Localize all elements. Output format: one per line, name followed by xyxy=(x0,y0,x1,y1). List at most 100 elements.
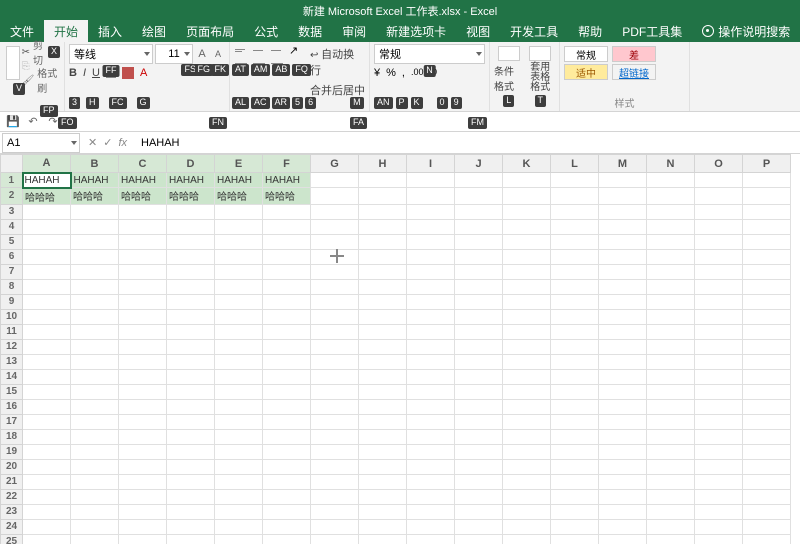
cell[interactable] xyxy=(551,294,599,309)
cell[interactable] xyxy=(311,339,359,354)
cell[interactable] xyxy=(503,339,551,354)
tab-data[interactable]: 数据 xyxy=(288,20,332,43)
cell[interactable] xyxy=(263,504,311,519)
cell[interactable] xyxy=(119,204,167,219)
cell[interactable] xyxy=(119,324,167,339)
cell[interactable] xyxy=(455,188,503,205)
cell[interactable] xyxy=(215,294,263,309)
cell[interactable] xyxy=(215,489,263,504)
cell[interactable] xyxy=(263,384,311,399)
cell[interactable] xyxy=(647,188,695,205)
cell[interactable] xyxy=(167,354,215,369)
cell[interactable] xyxy=(359,234,407,249)
cell[interactable] xyxy=(455,384,503,399)
cell[interactable]: HAHAH xyxy=(215,173,263,188)
cell[interactable] xyxy=(263,369,311,384)
cell[interactable] xyxy=(743,309,791,324)
cell[interactable] xyxy=(695,324,743,339)
cell[interactable] xyxy=(743,399,791,414)
cell[interactable] xyxy=(503,219,551,234)
select-all-corner[interactable] xyxy=(1,155,23,173)
font-name-select[interactable]: 等线 FF xyxy=(69,44,153,64)
tab-view[interactable]: 视图 xyxy=(456,20,500,43)
cell[interactable] xyxy=(455,534,503,544)
cell[interactable] xyxy=(263,294,311,309)
cell[interactable] xyxy=(23,429,71,444)
comma-button[interactable]: , xyxy=(402,67,405,79)
cell[interactable] xyxy=(167,399,215,414)
cell[interactable] xyxy=(743,294,791,309)
cell[interactable] xyxy=(743,429,791,444)
cell[interactable] xyxy=(215,279,263,294)
cell[interactable] xyxy=(119,309,167,324)
cell[interactable] xyxy=(551,534,599,544)
cell[interactable] xyxy=(503,279,551,294)
cell[interactable] xyxy=(119,339,167,354)
cell[interactable] xyxy=(407,204,455,219)
cell[interactable] xyxy=(167,369,215,384)
cell[interactable] xyxy=(23,474,71,489)
cell[interactable] xyxy=(455,339,503,354)
cell[interactable] xyxy=(551,249,599,264)
cell[interactable] xyxy=(23,504,71,519)
cell[interactable] xyxy=(407,279,455,294)
cell[interactable] xyxy=(215,474,263,489)
cell[interactable] xyxy=(599,204,647,219)
cell[interactable] xyxy=(695,354,743,369)
tab-review[interactable]: 审阅 xyxy=(332,20,376,43)
cell[interactable] xyxy=(599,219,647,234)
cell[interactable] xyxy=(551,219,599,234)
cell[interactable] xyxy=(263,324,311,339)
cell[interactable]: HAHAH xyxy=(71,173,119,188)
cell[interactable] xyxy=(695,519,743,534)
cell[interactable] xyxy=(695,279,743,294)
cell[interactable] xyxy=(455,414,503,429)
cell[interactable] xyxy=(71,504,119,519)
cell[interactable] xyxy=(263,204,311,219)
cell[interactable] xyxy=(455,309,503,324)
cell[interactable] xyxy=(743,188,791,205)
cell[interactable] xyxy=(359,519,407,534)
cell[interactable] xyxy=(359,399,407,414)
cell[interactable] xyxy=(503,204,551,219)
cell[interactable] xyxy=(215,384,263,399)
cell[interactable] xyxy=(71,264,119,279)
cell[interactable] xyxy=(551,204,599,219)
cell[interactable] xyxy=(455,234,503,249)
cell[interactable] xyxy=(167,264,215,279)
row-header[interactable]: 8 xyxy=(1,279,23,294)
cell[interactable] xyxy=(359,294,407,309)
cell[interactable] xyxy=(359,264,407,279)
col-header[interactable]: J xyxy=(455,155,503,173)
cell[interactable] xyxy=(119,294,167,309)
cell[interactable] xyxy=(359,369,407,384)
cell[interactable] xyxy=(455,474,503,489)
row-header[interactable]: 18 xyxy=(1,429,23,444)
cell[interactable] xyxy=(695,414,743,429)
cell[interactable] xyxy=(647,459,695,474)
cell[interactable] xyxy=(311,459,359,474)
cell[interactable] xyxy=(503,444,551,459)
cell[interactable] xyxy=(407,474,455,489)
cell[interactable] xyxy=(23,534,71,544)
cell[interactable] xyxy=(503,534,551,544)
cell[interactable] xyxy=(263,264,311,279)
cell[interactable] xyxy=(647,399,695,414)
format-as-table-button[interactable]: 套用 表格格式 T xyxy=(526,46,556,107)
cell[interactable] xyxy=(551,324,599,339)
row-header[interactable]: 9 xyxy=(1,294,23,309)
cut-button[interactable]: ✂ 剪切 X xyxy=(22,46,60,58)
cell[interactable] xyxy=(23,459,71,474)
cell[interactable] xyxy=(71,309,119,324)
cell[interactable] xyxy=(359,219,407,234)
row-header[interactable]: 22 xyxy=(1,489,23,504)
tab-draw[interactable]: 绘图 xyxy=(132,20,176,43)
col-header[interactable]: F xyxy=(263,155,311,173)
cell[interactable] xyxy=(23,399,71,414)
cell[interactable] xyxy=(71,204,119,219)
cell[interactable] xyxy=(599,534,647,544)
cell[interactable] xyxy=(23,369,71,384)
cell[interactable] xyxy=(743,384,791,399)
cell[interactable] xyxy=(119,234,167,249)
cell[interactable] xyxy=(71,459,119,474)
